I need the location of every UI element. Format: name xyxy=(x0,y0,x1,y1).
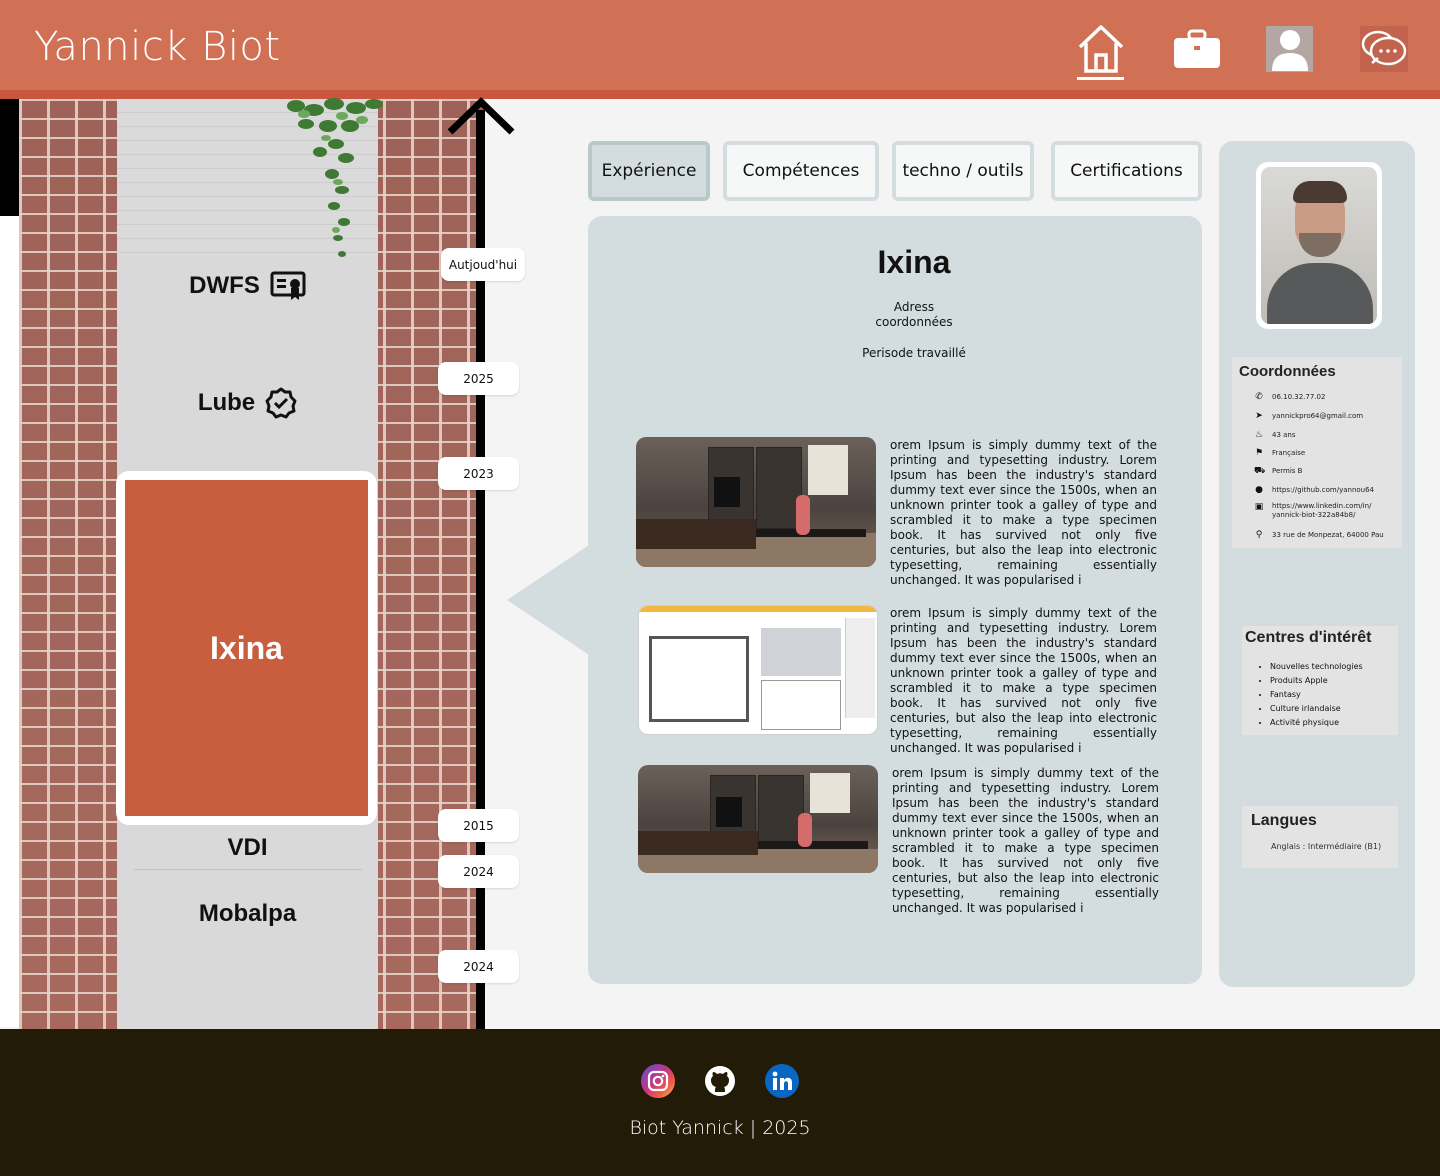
timeline-item-label: DWFS xyxy=(189,272,260,299)
tab-competences[interactable]: Compétences xyxy=(723,141,879,201)
list-item: Nouvelles technologies xyxy=(1270,660,1363,674)
year-label: 2024 xyxy=(438,855,519,888)
github-icon xyxy=(705,1066,735,1096)
list-item: Produits Apple xyxy=(1270,674,1363,688)
timeline-item-label: Mobalpa xyxy=(198,900,297,927)
experience-period: Perisode travaillé xyxy=(862,346,966,360)
timeline-item-dwfs[interactable]: DWFS xyxy=(117,268,378,304)
language-item: Anglais : Intermédiaire (B1) xyxy=(1271,842,1382,851)
contact-address: ⚲ 33 rue de Monpezat, 64000 Pau xyxy=(1255,530,1384,540)
experience-description: orem Ipsum is simply dummy text of the p… xyxy=(892,766,1159,915)
arrow-up-icon xyxy=(447,97,515,135)
flag-icon: ⚑ xyxy=(1254,448,1264,458)
tab-techno-outils[interactable]: techno / outils xyxy=(892,141,1034,201)
contact-email[interactable]: ➤ yannickpro64@gmail.com xyxy=(1254,409,1363,423)
year-label: 2015 xyxy=(438,809,519,842)
instagram-icon xyxy=(647,1070,669,1092)
interests-box: Centres d'intérêt Nouvelles technologies… xyxy=(1242,626,1398,735)
contact-title: Coordonnées xyxy=(1239,363,1336,380)
contact-phone: ✆ 06.10.32.77.02 xyxy=(1255,392,1326,402)
timeline-item-vdi[interactable]: VDI xyxy=(117,830,378,866)
experience-description: orem Ipsum is simply dummy text of the p… xyxy=(890,606,1157,755)
send-icon: ➤ xyxy=(1255,411,1263,421)
brand-title[interactable]: Yannick Biot xyxy=(34,24,281,70)
contact-box: Coordonnées ✆ 06.10.32.77.02 ➤ yannickpro6… xyxy=(1232,357,1402,548)
chat-icon xyxy=(1361,30,1407,66)
linkedin-icon: ▣ xyxy=(1254,502,1264,512)
timeline-item-label: VDI xyxy=(227,834,268,861)
list-item: Culture irlandaise xyxy=(1270,702,1363,716)
kitchen-photo xyxy=(636,437,876,567)
timeline-item-lube[interactable]: Lube xyxy=(117,385,378,421)
nav-home[interactable] xyxy=(1072,20,1130,80)
timeline-item-label: Ixina xyxy=(125,480,368,816)
contact-nationality: ⚑ Française xyxy=(1254,448,1306,458)
left-edge xyxy=(0,99,19,1027)
experience-address: Adress coordonnées xyxy=(875,300,953,329)
interests-list: Nouvelles technologies Produits Apple Fa… xyxy=(1270,660,1363,730)
nav-portfolio[interactable] xyxy=(1168,20,1226,78)
kitchen-photo xyxy=(638,765,878,873)
profile-photo xyxy=(1256,162,1382,329)
list-item: Activité physique xyxy=(1270,716,1363,730)
year-label: Autjoud'hui xyxy=(441,248,525,281)
tab-experience[interactable]: Expérience xyxy=(588,141,710,201)
verified-badge-icon xyxy=(265,387,297,419)
phone-icon: ✆ xyxy=(1255,392,1263,402)
nav-profile[interactable] xyxy=(1266,26,1313,72)
contact-license: ⛟ Permis B xyxy=(1254,466,1303,476)
cake-icon: ♨ xyxy=(1254,430,1264,440)
instagram-link[interactable] xyxy=(641,1064,675,1098)
home-icon xyxy=(1078,25,1124,73)
year-label: 2025 xyxy=(438,362,519,395)
github-icon: ● xyxy=(1255,485,1263,495)
certificate-icon xyxy=(270,271,306,300)
timeline-item-label: Lube xyxy=(197,389,256,416)
briefcase-icon xyxy=(1174,29,1220,68)
contact-github[interactable]: ● https://github.com/yannou64 xyxy=(1254,483,1374,497)
car-icon: ⛟ xyxy=(1254,466,1266,476)
timeline-item-ixina[interactable]: Ixina xyxy=(116,471,377,825)
tab-certifications[interactable]: Certifications xyxy=(1051,141,1202,201)
languages-title: Langues xyxy=(1251,812,1317,829)
linkedin-icon xyxy=(772,1071,792,1090)
divider xyxy=(134,869,362,870)
experience-title: Ixina xyxy=(877,244,951,280)
linkedin-link[interactable] xyxy=(765,1064,799,1098)
year-label: 2024 xyxy=(438,950,519,983)
kitchen-plan-screenshot xyxy=(638,605,878,735)
year-label: 2023 xyxy=(438,457,519,490)
copyright-text: Biot Yannick | 2025 xyxy=(629,1117,811,1139)
experience-description: orem Ipsum is simply dummy text of the p… xyxy=(890,438,1157,587)
contact-linkedin[interactable]: ▣ https://www.linkedin.com/in/yannick-bio… xyxy=(1254,502,1372,524)
location-icon: ⚲ xyxy=(1255,530,1263,540)
hanging-plant-icon xyxy=(287,98,383,257)
active-pointer xyxy=(507,545,589,655)
list-item: Fantasy xyxy=(1270,688,1363,702)
header: Yannick Biot xyxy=(0,0,1440,99)
github-link[interactable] xyxy=(703,1064,737,1098)
contact-age: ♨ 43 ans xyxy=(1254,430,1296,440)
footer xyxy=(0,1029,1440,1176)
nav-contact[interactable] xyxy=(1360,26,1408,72)
user-icon xyxy=(1271,30,1308,71)
timeline-item-mobalpa[interactable]: Mobalpa xyxy=(117,896,378,932)
languages-box: Langues Anglais : Intermédiaire (B1) xyxy=(1242,806,1398,868)
interests-title: Centres d'intérêt xyxy=(1245,629,1372,646)
